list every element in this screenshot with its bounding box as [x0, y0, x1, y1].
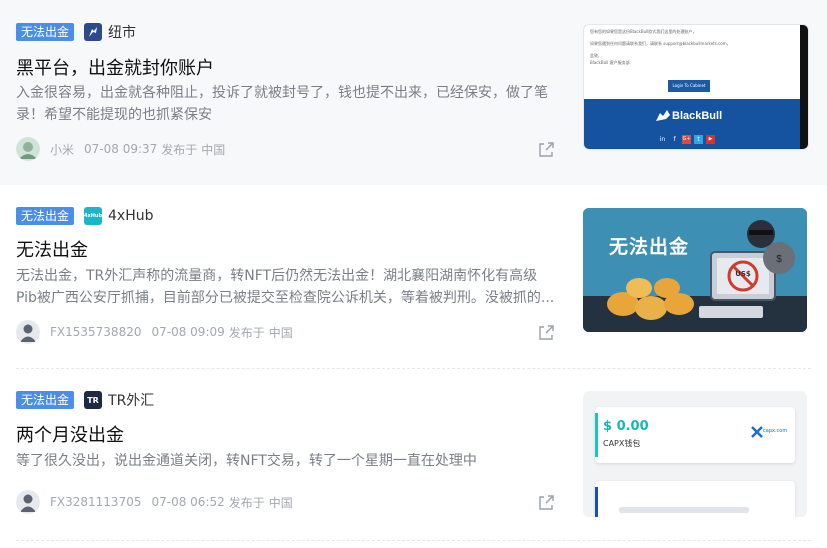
broker-logo-text: 4xHub — [84, 213, 103, 219]
published-label: 发布于 — [228, 495, 265, 510]
broker-name[interactable]: 4xHub — [108, 208, 153, 224]
wallet-amount: $ 0.00 — [603, 419, 649, 434]
broker-logo-text: TR — [87, 395, 99, 405]
svg-text:$: $ — [776, 254, 782, 265]
published-label: 发布于 — [161, 142, 198, 157]
article-meta: FX1535738820 07-08 09:09 发布于 中国 — [16, 320, 303, 344]
location: 中国 — [268, 325, 293, 340]
thief-illustration: $ — [583, 208, 807, 332]
article-card[interactable]: 无法出金 4xHub 4xHub 无法出金 无法出金，TR外汇声称的流量商，转N… — [0, 185, 827, 370]
email-line: 如果您遇到任何问题请联系我们，请联系 support@blackbullmark… — [590, 41, 731, 46]
location: 中国 — [268, 495, 293, 510]
tag-row: 无法出金 纽市 — [16, 22, 136, 42]
author-name[interactable]: FX1535738820 — [50, 325, 141, 339]
author-name[interactable]: 小米 — [50, 141, 74, 158]
author-name[interactable]: FX3281113705 — [50, 495, 141, 509]
share-icon[interactable] — [537, 494, 555, 512]
article-card[interactable]: 无法出金 纽市 黑平台，出金就封你账户 入金很容易，出金就各种阻止，投诉了就被封… — [0, 0, 827, 185]
article-title[interactable]: 黑平台，出金就封你账户 — [16, 54, 214, 80]
post-time: 07-08 09:37 — [84, 142, 158, 156]
article-thumbnail[interactable]: $ 0.00 CAPX钱包 capx.com — [583, 391, 807, 517]
wallet-name: CAPX钱包 — [603, 439, 641, 448]
broker-name[interactable]: 纽市 — [108, 22, 136, 42]
share-icon[interactable] — [537, 141, 555, 159]
tag-row: 无法出金 TR TR外汇 — [16, 390, 154, 410]
article-excerpt[interactable]: 无法出金，TR外汇声称的流量商，转NFT后仍然无法出金！湖北襄阳湖南怀化有高级P… — [16, 265, 556, 309]
location: 中国 — [201, 142, 226, 157]
article-meta: FX3281113705 07-08 06:52 发布于 中国 — [16, 490, 303, 514]
tag-row: 无法出金 4xHub 4xHub — [16, 206, 154, 226]
divider — [16, 368, 811, 369]
status-badge[interactable]: 无法出金 — [16, 391, 75, 409]
broker-logo-icon[interactable]: TR — [84, 391, 103, 409]
article-thumbnail[interactable]: $ 无法出金 US$ — [583, 208, 807, 332]
status-badge[interactable]: 无法出金 — [16, 207, 75, 225]
brand-logo-text: BlackBull — [672, 110, 723, 122]
wallet-card: $ 0.00 CAPX钱包 capx.com — [595, 407, 795, 463]
youtube-icon: ▶ — [706, 135, 715, 144]
bull-icon — [656, 110, 670, 121]
wallet-card-secondary — [595, 481, 795, 517]
login-button: Login To Cabinet — [668, 80, 710, 92]
avatar[interactable] — [16, 137, 40, 161]
article-excerpt[interactable]: 入金很容易，出金就各种阻止，投诉了就被封号了，钱也提不出来，已经保安，做了笔录！… — [16, 82, 556, 126]
twitter-icon: t — [694, 135, 703, 144]
article-thumbnail[interactable]: 您有您的如果您是这份BlackBull欧式我们这里的处理账户， 如果您遇到任何问… — [583, 24, 809, 150]
broker-logo-icon[interactable] — [84, 23, 103, 41]
article-excerpt[interactable]: 等了很久没出，说出金通道关闭，转NFT交易，转了一个星期一直在处理中 — [16, 450, 556, 472]
linkedin-icon: in — [658, 135, 667, 144]
article-card[interactable]: 无法出金 TR TR外汇 两个月没出金 等了很久没出，说出金通道关闭，转NFT交… — [0, 370, 827, 548]
capx-logo-icon — [751, 426, 763, 438]
article-title[interactable]: 两个月没出金 — [16, 421, 124, 447]
article-title[interactable]: 无法出金 — [16, 236, 88, 262]
divider — [16, 540, 811, 541]
social-icons: in f G+ t ▶ — [658, 135, 715, 144]
capx-logo-text: capx.com — [763, 428, 788, 434]
email-footer: BlackBull in f G+ t ▶ — [584, 99, 800, 149]
monitor-text: US$ — [735, 270, 751, 278]
avatar[interactable] — [16, 320, 40, 344]
broker-name[interactable]: TR外汇 — [108, 390, 154, 410]
facebook-icon: f — [670, 135, 679, 144]
post-time: 07-08 06:52 — [151, 495, 225, 509]
published-label: 发布于 — [228, 325, 265, 340]
article-feed: 无法出金 纽市 黑平台，出金就封你账户 入金很容易，出金就各种阻止，投诉了就被封… — [0, 0, 827, 548]
post-time: 07-08 09:09 — [151, 325, 225, 339]
broker-logo-icon[interactable]: 4xHub — [84, 207, 102, 225]
status-badge[interactable]: 无法出金 — [16, 23, 75, 41]
avatar[interactable] — [16, 490, 40, 514]
share-icon[interactable] — [537, 324, 555, 342]
email-line: 此致, — [590, 53, 600, 58]
article-meta: 小米 07-08 09:37 发布于 中国 — [16, 137, 235, 161]
email-line: BlackBull 客户服务部 — [590, 60, 630, 65]
email-line: 您有您的如果您是这份BlackBull欧式我们这里的处理账户， — [590, 29, 697, 34]
thumbnail-caption: 无法出金 — [609, 236, 690, 258]
google-plus-icon: G+ — [682, 135, 691, 144]
